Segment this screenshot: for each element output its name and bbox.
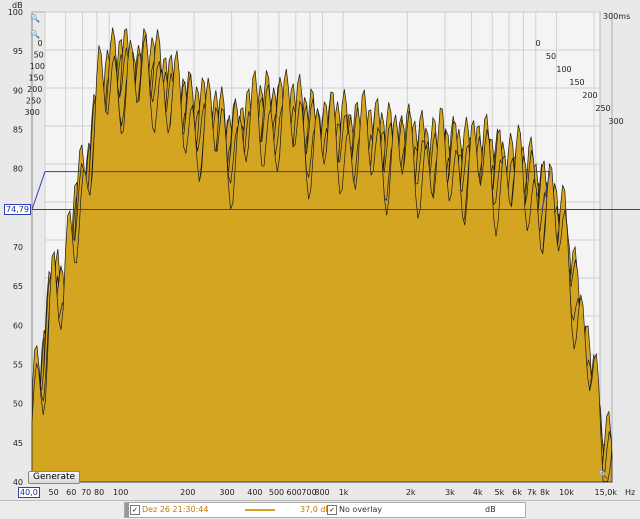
x-tick-label: 1k <box>339 488 349 497</box>
y-tick-label: 60 <box>13 321 23 330</box>
y-tick-label: 50 <box>13 400 23 409</box>
x-tick-label: 5k <box>495 488 505 497</box>
z-tick-label-left: 100 <box>30 62 45 71</box>
trace-name: Dez 26 21:30:44 <box>142 505 209 514</box>
z-tick-label-right: 100 <box>556 65 571 74</box>
z-tick-label-right: 300 <box>608 117 623 126</box>
x-tick-label: 800 <box>314 488 329 497</box>
z-tick-label-right: 150 <box>569 78 584 87</box>
overlay-label: No overlay <box>339 505 383 514</box>
x-tick-label: 200 <box>180 488 195 497</box>
zoom-out-icon[interactable]: 🔍 <box>30 30 40 39</box>
x-tick-label: 10k <box>559 488 574 497</box>
y-tick-label: 45 <box>13 439 23 448</box>
x-cursor-value: 40,0 <box>18 487 40 498</box>
x-tick-label: 80 <box>94 488 104 497</box>
x-tick-label: 300 <box>219 488 234 497</box>
y-tick-label: 85 <box>13 126 23 135</box>
z-tick-label-left: 150 <box>28 74 43 83</box>
x-tick-label: 4k <box>473 488 483 497</box>
z-tick-label-right: 250 <box>595 104 610 113</box>
x-tick-label: 6k <box>512 488 522 497</box>
z-tick-label-left: 300 <box>25 108 40 117</box>
trace-checkbox[interactable]: ✓ <box>130 505 140 515</box>
overlay-unit: dB <box>485 505 496 514</box>
y-unit-label: dB <box>12 1 23 10</box>
x-tick-label: 3k <box>445 488 455 497</box>
y-tick-label: 90 <box>13 86 23 95</box>
zoom-in-icon[interactable]: 🔍 <box>30 14 40 23</box>
x-tick-label: 500 <box>269 488 284 497</box>
y-tick-label: 80 <box>13 165 23 174</box>
y-tick-label: 70 <box>13 243 23 252</box>
x-tick-label: 400 <box>247 488 262 497</box>
y-tick-label: 95 <box>13 47 23 56</box>
x-tick-label: 15,0k <box>595 488 618 497</box>
time-max-label: 300ms <box>603 12 630 21</box>
x-tick-label: 50 <box>49 488 59 497</box>
x-tick-label: 60 <box>66 488 76 497</box>
z-tick-label-right: 50 <box>546 52 556 61</box>
y-cursor-value: 74,79 <box>4 204 31 215</box>
x-tick-label: 100 <box>113 488 128 497</box>
z-tick-label-left: 50 <box>34 51 44 60</box>
x-tick-label: 2k <box>406 488 416 497</box>
zoom-x-icon[interactable]: 🔍 <box>598 470 608 479</box>
z-tick-label-right: 0 <box>535 39 540 48</box>
y-tick-label: 40 <box>13 478 23 487</box>
waterfall-plot: 404550556065707580859095100 506070801002… <box>0 0 640 500</box>
z-tick-label-left: 250 <box>26 97 41 106</box>
legend-selector[interactable] <box>125 503 129 517</box>
overlay-checkbox[interactable]: ✓ <box>327 505 337 515</box>
trace-swatch <box>245 509 275 511</box>
z-tick-label-left: 200 <box>27 85 42 94</box>
z-tick-label-left: 0 <box>37 39 42 48</box>
generate-button[interactable]: Generate <box>28 471 81 484</box>
x-tick-label: 7k <box>527 488 537 497</box>
x-tick-label: 600 <box>287 488 302 497</box>
y-tick-label: 55 <box>13 361 23 370</box>
x-tick-label: 70 <box>81 488 91 497</box>
x-tick-label: 8k <box>540 488 550 497</box>
x-unit-label: Hz <box>625 488 635 497</box>
y-tick-label: 65 <box>13 282 23 291</box>
legend-bar: ✓ Dez 26 21:30:44 37,0 dB ✓ No overlay d… <box>124 502 526 518</box>
z-tick-label-right: 200 <box>582 91 597 100</box>
